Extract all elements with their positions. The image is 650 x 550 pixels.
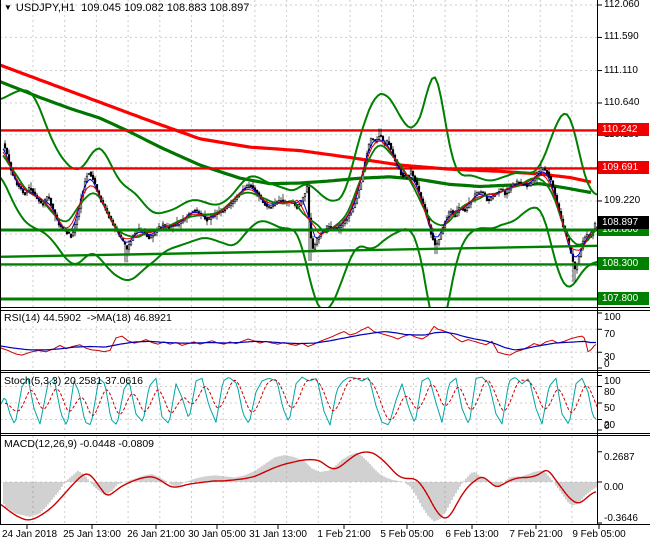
time-axis-label: 30 Jan 05:00: [188, 529, 246, 540]
price-tick-label: 109.220: [604, 195, 641, 206]
time-axis-label: 25 Jan 13:00: [63, 529, 121, 540]
macd-tick-label: 0.00: [604, 482, 624, 493]
time-axis-label: 31 Jan 13:00: [249, 529, 307, 540]
rsi-panel[interactable]: [0, 325, 597, 356]
macd-panel[interactable]: [0, 451, 597, 522]
time-axis-label: 5 Feb 05:00: [380, 529, 434, 540]
rsi-tick-label: 0: [604, 359, 610, 370]
time-axis-label: 6 Feb 13:00: [445, 529, 499, 540]
symbol-period-label: USDJPY,H1: [15, 2, 76, 14]
time-axis-label: 7 Feb 21:00: [509, 529, 563, 540]
price-tick-label: 111.590: [604, 31, 639, 42]
chart-canvas[interactable]: [0, 0, 650, 550]
price-badge-110.242: 110.242: [598, 123, 649, 136]
panel-resize-handle[interactable]: [0, 308, 650, 311]
chart-window: ▼ USDJPY,H1 109.045 109.082 108.883 108.8…: [0, 0, 650, 550]
rsi-tick-label: 100: [604, 312, 621, 323]
price-tick-label: 111.110: [604, 65, 638, 76]
stoch-indicator-label: Stoch(5,3,3) 20.2581 37.0616: [4, 375, 143, 387]
price-tick-label: 110.640: [604, 97, 640, 108]
price-badge-108.300: 108.300: [598, 257, 649, 270]
panel-resize-handle[interactable]: [0, 371, 650, 373]
price-badge-107.800: 107.800: [598, 292, 649, 305]
current-price-badge: 108.897: [598, 216, 649, 229]
support-trendline[interactable]: [0, 244, 598, 259]
macd-indicator-label: MACD(12,26,9) -0.0448 -0.0809: [4, 438, 154, 450]
stoch-tick-label: 0: [604, 421, 610, 432]
main-chart[interactable]: [0, 63, 597, 333]
panel-resize-handle[interactable]: [0, 434, 650, 436]
time-axis-label: 9 Feb 05:00: [572, 529, 626, 540]
time-axis-label: 26 Jan 21:00: [127, 529, 185, 540]
time-axis-label: 1 Feb 21:00: [317, 529, 371, 540]
time-axis-label: 24 Jan 2018: [2, 529, 58, 540]
price-badge-109.691: 109.691: [598, 161, 649, 174]
macd-tick-label: 0.2687: [604, 452, 635, 463]
symbol-dropdown-icon[interactable]: ▼: [4, 3, 12, 12]
ohlc-values: 109.045 109.082 108.883 108.897: [81, 2, 250, 14]
macd-tick-label: -0.3646: [604, 513, 638, 524]
chart-title: ▼ USDJPY,H1 109.045 109.082 108.883 108.8…: [4, 2, 249, 14]
rsi-tick-label: 70: [604, 329, 616, 340]
stoch-tick-label: 80: [604, 387, 616, 398]
price-tick-label: 112.060: [604, 0, 640, 10]
fast-moving-averages: [2, 139, 597, 258]
rsi-indicator-label: RSI(14) 44.5902 ->MA(18) 46.8921: [4, 312, 172, 324]
stoch-tick-label: 50: [604, 403, 616, 414]
